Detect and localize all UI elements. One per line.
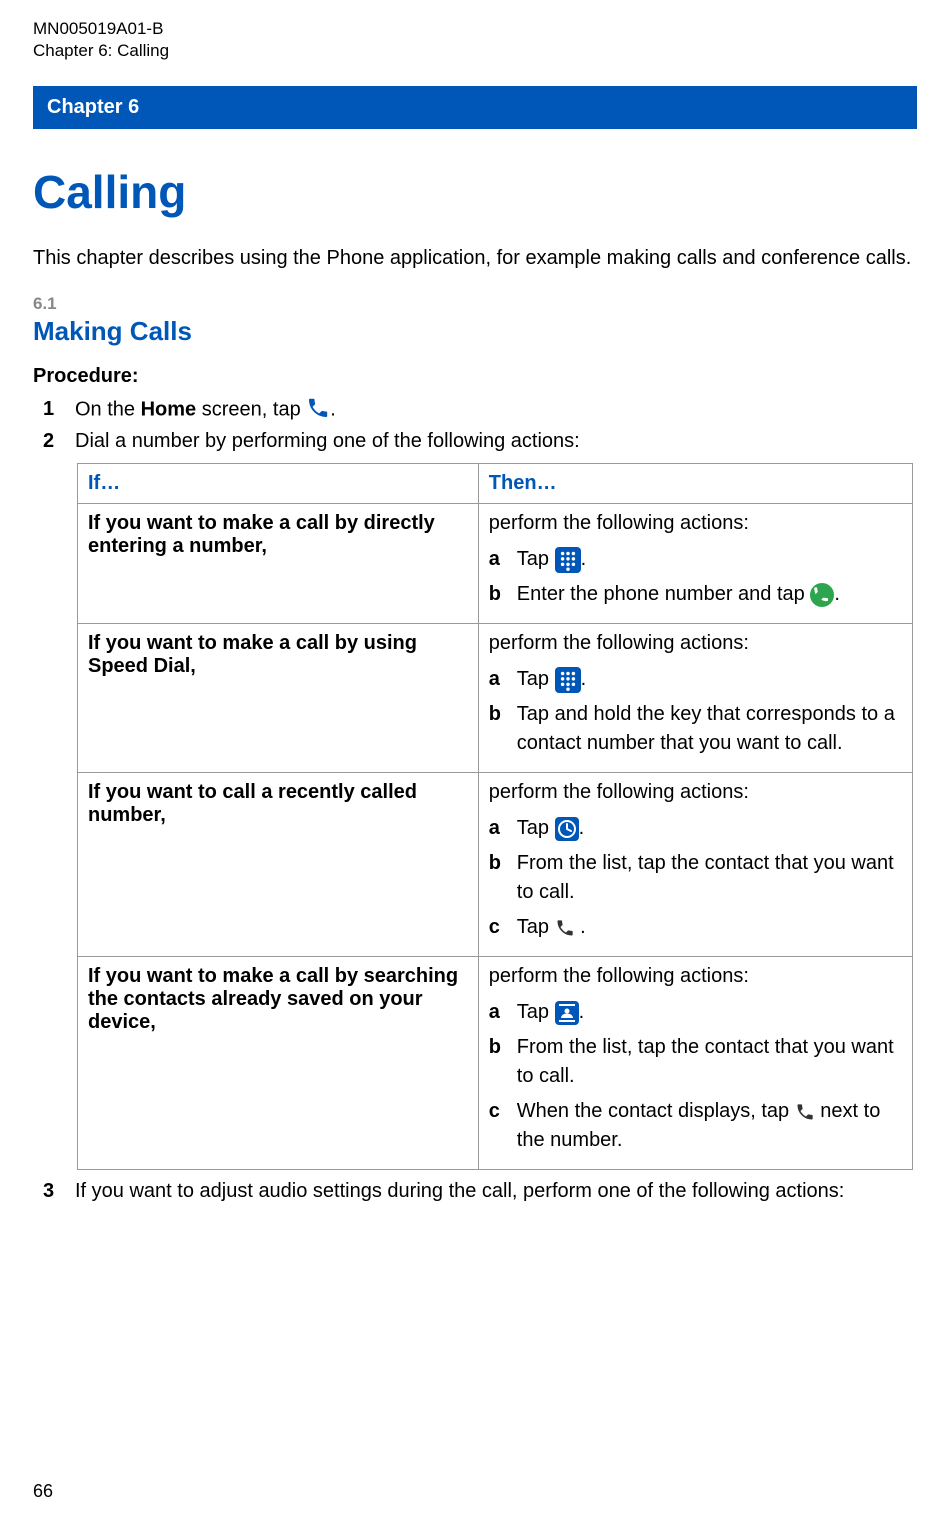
table-then-cell: perform the following actions: a Tap . b… bbox=[478, 773, 912, 957]
substep: c Tap . bbox=[489, 913, 902, 942]
then-intro: perform the following actions: bbox=[489, 632, 902, 655]
step1-suffix: . bbox=[330, 398, 336, 420]
table-then-cell: perform the following actions: a Tap . b… bbox=[478, 504, 912, 624]
phone-handset-dark-icon bbox=[555, 918, 575, 938]
substep-letter: b bbox=[489, 700, 505, 729]
substep-post: . bbox=[581, 668, 587, 690]
contacts-icon bbox=[555, 1001, 579, 1025]
step1-bold: Home bbox=[141, 398, 197, 420]
phone-handset-blue-icon bbox=[306, 396, 330, 420]
then-intro: perform the following actions: bbox=[489, 965, 902, 988]
page-title: Calling bbox=[33, 165, 917, 219]
substep-letter: a bbox=[489, 665, 505, 694]
table-if-cell: If you want to call a recently called nu… bbox=[78, 773, 479, 957]
substep: a Tap . bbox=[489, 665, 902, 694]
substep-post: . bbox=[581, 548, 587, 570]
procedure-step-2: 2 Dial a number by performing one of the… bbox=[43, 430, 917, 453]
substep-letter: a bbox=[489, 998, 505, 1027]
dialpad-icon bbox=[555, 667, 581, 693]
table-row: If you want to call a recently called nu… bbox=[78, 773, 913, 957]
substep-letter: b bbox=[489, 580, 505, 609]
step2-text: Dial a number by performing one of the f… bbox=[75, 430, 917, 453]
substep: a Tap . bbox=[489, 814, 902, 843]
then-intro: perform the following actions: bbox=[489, 781, 902, 804]
page-number: 66 bbox=[33, 1481, 53, 1502]
chapter-line: Chapter 6: Calling bbox=[33, 40, 917, 62]
recents-clock-icon bbox=[555, 817, 579, 841]
substep: b Tap and hold the key that corresponds … bbox=[489, 700, 902, 758]
substep-pre: Enter the phone number and tap bbox=[517, 583, 811, 605]
substep-letter: a bbox=[489, 545, 505, 574]
substep: a Tap . bbox=[489, 545, 902, 574]
table-if-cell: If you want to make a call by directly e… bbox=[78, 504, 479, 624]
substep-letter: c bbox=[489, 1097, 505, 1126]
chapter-bar: Chapter 6 bbox=[33, 86, 917, 129]
substep-letter: b bbox=[489, 1033, 505, 1062]
then-intro: perform the following actions: bbox=[489, 512, 902, 535]
phone-handset-dark-icon bbox=[795, 1102, 815, 1122]
step-number: 2 bbox=[43, 430, 61, 453]
chapter-intro: This chapter describes using the Phone a… bbox=[33, 247, 917, 270]
table-then-cell: perform the following actions: a Tap . b… bbox=[478, 624, 912, 773]
substep-pre: Tap bbox=[517, 548, 555, 570]
step-number: 1 bbox=[43, 398, 61, 421]
table-if-cell: If you want to make a call by using Spee… bbox=[78, 624, 479, 773]
substep-letter: a bbox=[489, 814, 505, 843]
substep-pre: Tap bbox=[517, 916, 555, 938]
substep-pre: Tap bbox=[517, 668, 555, 690]
step-number: 3 bbox=[43, 1180, 61, 1203]
substep-letter: b bbox=[489, 849, 505, 878]
table-header-then: Then… bbox=[478, 464, 912, 504]
dialpad-icon bbox=[555, 547, 581, 573]
procedure-step-3: 3 If you want to adjust audio settings d… bbox=[43, 1180, 917, 1203]
procedure-label: Procedure: bbox=[33, 365, 917, 388]
substep-post: . bbox=[579, 817, 585, 839]
substep-pre: When the contact displays, tap bbox=[517, 1100, 795, 1122]
table-if-cell: If you want to make a call by searching … bbox=[78, 957, 479, 1170]
substep: a Tap . bbox=[489, 998, 902, 1027]
substep: b From the list, tap the contact that yo… bbox=[489, 1033, 902, 1091]
substep-letter: c bbox=[489, 913, 505, 942]
substep-text: From the list, tap the contact that you … bbox=[517, 849, 902, 907]
substep-pre: Tap bbox=[517, 1001, 555, 1023]
section-number: 6.1 bbox=[33, 294, 917, 314]
procedure-step-1: 1 On the Home screen, tap . bbox=[43, 398, 917, 422]
doc-id: MN005019A01-B bbox=[33, 18, 917, 40]
substep-text: Tap and hold the key that corresponds to… bbox=[517, 700, 902, 758]
section-title: Making Calls bbox=[33, 316, 917, 347]
step3-text: If you want to adjust audio settings dur… bbox=[75, 1180, 917, 1203]
table-header-if: If… bbox=[78, 464, 479, 504]
table-then-cell: perform the following actions: a Tap . b… bbox=[478, 957, 912, 1170]
substep: b From the list, tap the contact that yo… bbox=[489, 849, 902, 907]
substep-post: . bbox=[575, 916, 586, 938]
substep: b Enter the phone number and tap . bbox=[489, 580, 902, 609]
step1-pre: On the bbox=[75, 398, 141, 420]
step1-post: screen, tap bbox=[196, 398, 306, 420]
substep-post: . bbox=[834, 583, 840, 605]
if-then-table: If… Then… If you want to make a call by … bbox=[77, 463, 913, 1170]
table-row: If you want to make a call by searching … bbox=[78, 957, 913, 1170]
substep: c When the contact displays, tap next to… bbox=[489, 1097, 902, 1155]
substep-text: From the list, tap the contact that you … bbox=[517, 1033, 902, 1091]
substep-post: . bbox=[579, 1001, 585, 1023]
substep-pre: Tap bbox=[517, 817, 555, 839]
table-row: If you want to make a call by using Spee… bbox=[78, 624, 913, 773]
call-green-icon bbox=[810, 583, 834, 607]
table-row: If you want to make a call by directly e… bbox=[78, 504, 913, 624]
